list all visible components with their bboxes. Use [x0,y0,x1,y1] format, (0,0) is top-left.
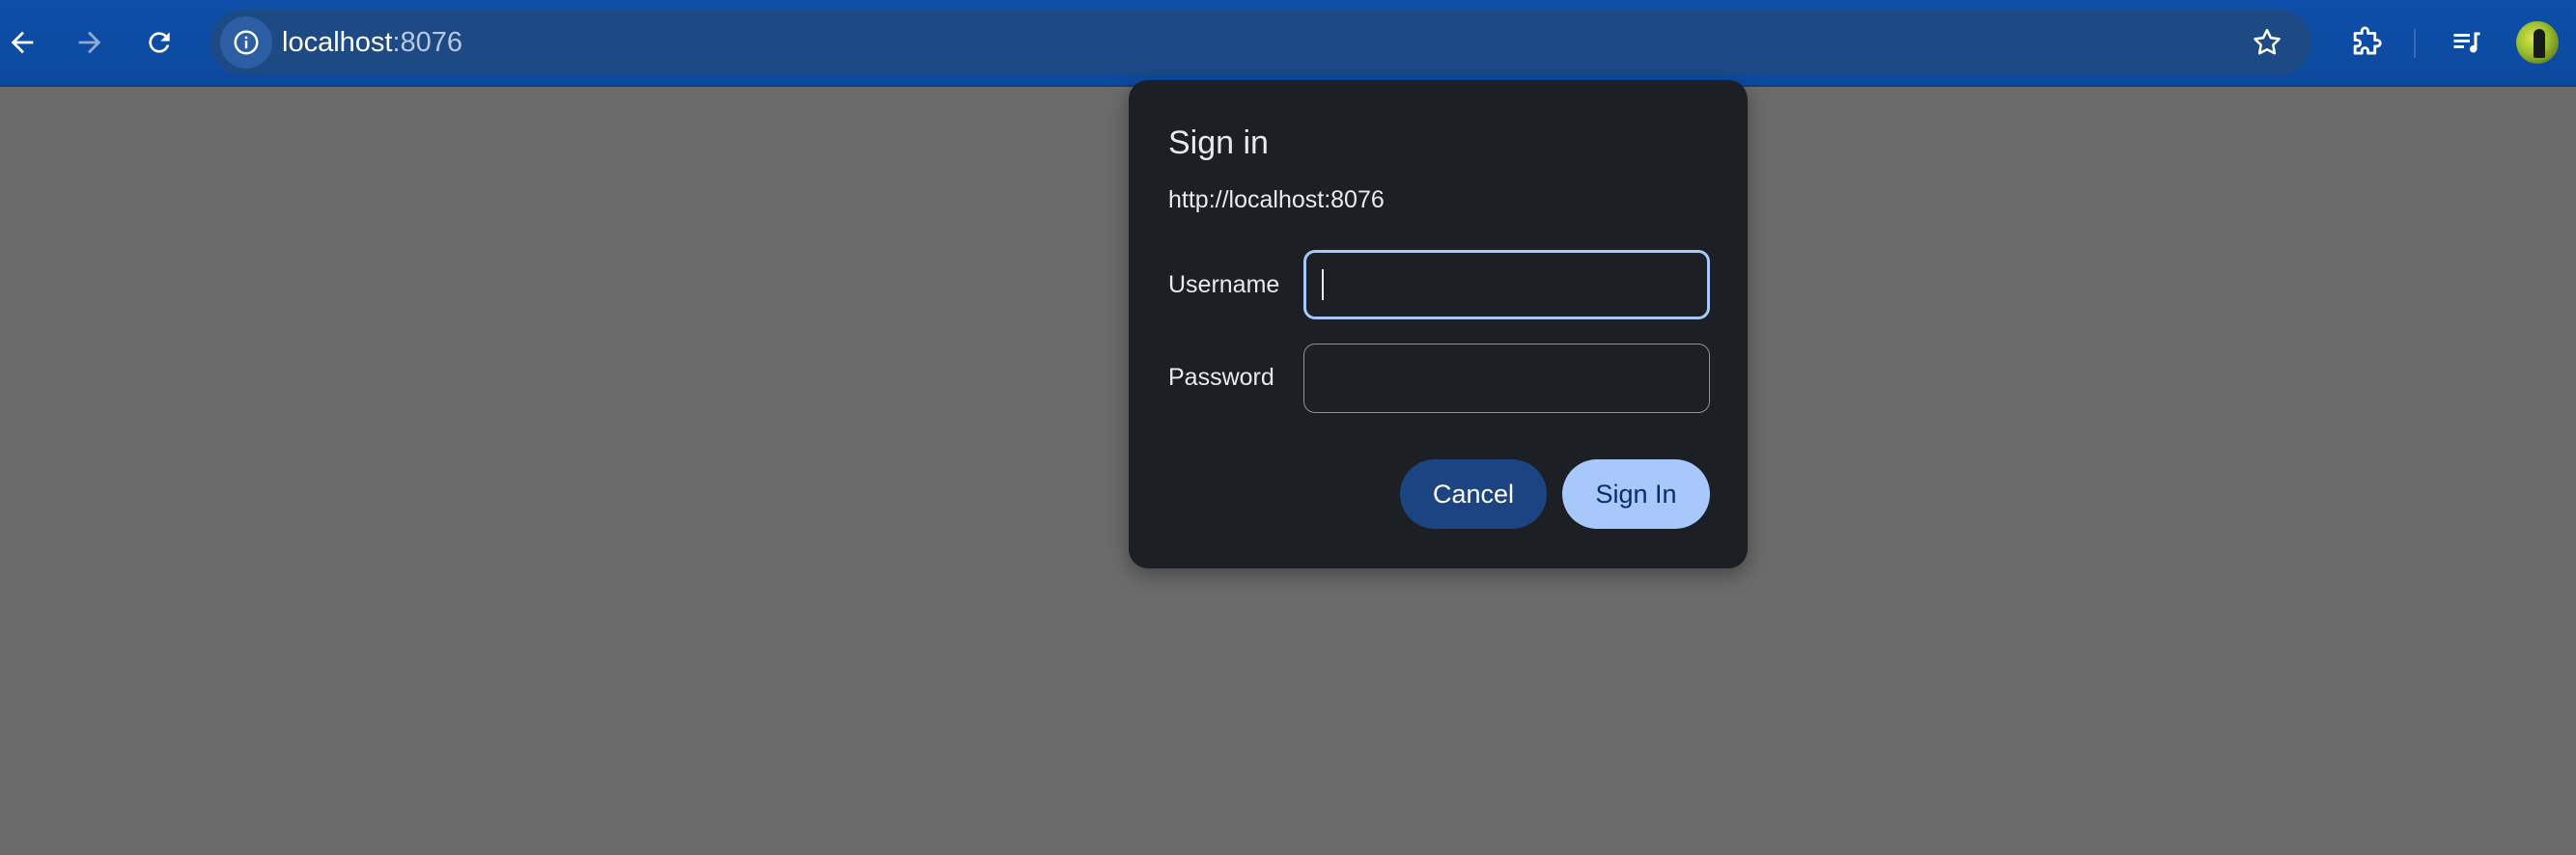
avatar[interactable] [2516,21,2559,64]
info-icon [234,30,259,55]
media-queue-icon [2453,32,2480,53]
browser-toolbar: localhost:8076 [0,0,2576,87]
url-host: localhost [282,27,393,58]
url-port: :8076 [392,27,463,58]
sign-in-dialog: Sign in http://localhost:8076 Username P… [1129,80,1748,568]
sign-in-button[interactable]: Sign In [1562,459,1710,529]
media-button[interactable] [2437,13,2497,72]
site-info-button[interactable] [220,16,272,69]
address-bar[interactable]: localhost:8076 [210,10,2311,75]
back-button[interactable] [0,13,52,72]
toolbar-divider [2414,29,2416,58]
reload-button[interactable] [129,13,189,72]
url-text[interactable]: localhost:8076 [282,10,462,75]
cancel-button[interactable]: Cancel [1400,459,1547,529]
puzzle-icon [2353,26,2382,55]
forward-button[interactable] [60,13,120,72]
back-arrow-icon [11,31,34,54]
username-label: Username [1168,271,1280,298]
password-input[interactable] [1303,344,1710,413]
reload-icon [149,32,170,53]
forward-arrow-icon [78,31,101,54]
username-input[interactable] [1303,250,1710,319]
dialog-title: Sign in [1168,124,1269,161]
text-caret [1322,269,1324,300]
dialog-origin: http://localhost:8076 [1168,186,1385,213]
avatar-figure [2534,29,2545,58]
password-label: Password [1168,364,1274,391]
star-icon[interactable] [2250,25,2284,60]
extensions-button[interactable] [2337,13,2396,72]
